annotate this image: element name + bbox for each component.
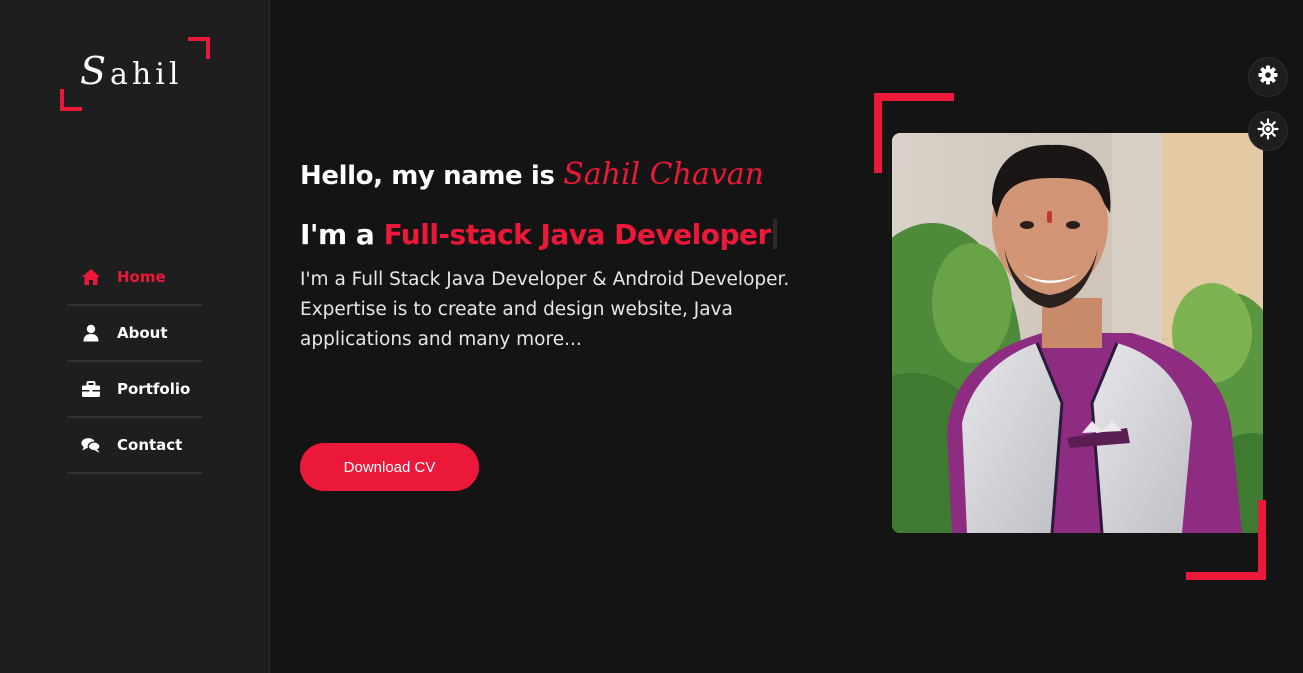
cog-icon	[1258, 65, 1278, 89]
hero-name: Sahil Chavan	[563, 157, 764, 192]
profile-photo	[892, 133, 1263, 533]
photo-frame-bottom-right	[1186, 500, 1266, 580]
logo-text: Sahil	[80, 49, 183, 93]
home-icon	[81, 267, 101, 287]
nav-item-home[interactable]: Home	[67, 250, 202, 306]
nav-item-label: Home	[117, 268, 166, 286]
hero-section: Hello, my name is Sahil Chavan I'm a Ful…	[300, 150, 860, 355]
nav-item-about[interactable]: About	[67, 306, 202, 362]
greeting-heading: Hello, my name is Sahil Chavan	[300, 157, 764, 192]
download-cv-button[interactable]: Download CV	[300, 443, 479, 491]
nav-item-portfolio[interactable]: Portfolio	[67, 362, 202, 418]
role-heading: I'm a Full-stack Java Developer	[300, 218, 860, 251]
logo-corner-top-right	[188, 37, 210, 59]
user-icon	[81, 323, 101, 343]
logo-corner-bottom-left	[60, 89, 82, 111]
style-switcher-button[interactable]	[1248, 57, 1288, 97]
logo[interactable]: Sahil	[60, 37, 210, 111]
sidebar: Sahil Home About Portfolio Contact	[0, 0, 270, 673]
nav-item-label: Contact	[117, 436, 183, 454]
theme-toggle-button[interactable]	[1248, 111, 1288, 151]
hero-description: I'm a Full Stack Java Developer & Androi…	[300, 269, 790, 350]
role-highlight: Full-stack Java Developer	[383, 218, 772, 251]
typing-cursor	[772, 219, 777, 249]
sun-icon	[1257, 118, 1279, 144]
main-nav: Home About Portfolio Contact	[67, 250, 202, 474]
comments-icon	[81, 435, 101, 455]
nav-item-contact[interactable]: Contact	[67, 418, 202, 474]
nav-item-label: Portfolio	[117, 380, 191, 398]
nav-item-label: About	[117, 324, 168, 342]
briefcase-icon	[81, 379, 101, 399]
